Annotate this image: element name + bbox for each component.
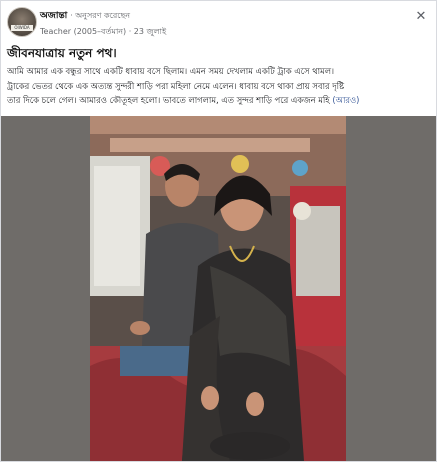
close-icon: ✕ xyxy=(415,9,427,24)
post-card: OIWIDA অজান্তা · অনুসরণ করেছেন Teacher (… xyxy=(0,0,437,462)
post-header: OIWIDA অজান্তা · অনুসরণ করেছেন Teacher (… xyxy=(1,1,436,45)
post-body-line: আমি আমার এক বন্ধুর সাথে একটি ধাবায় বসে … xyxy=(7,66,334,76)
video-frame xyxy=(90,116,346,461)
author-line: অজান্তা · অনুসরণ করেছেন xyxy=(40,8,130,23)
see-more-link[interactable]: (আরও) xyxy=(332,95,359,105)
avatar-label: OIWIDA xyxy=(11,25,33,31)
post-meta: Teacher (2005–বর্তমান) · 23 জুলাই xyxy=(40,27,167,36)
post-body-line-last: তার দিকে চলে গেল। আমারও কৌতূহল হলো। ভাবত… xyxy=(7,93,431,108)
post-media[interactable] xyxy=(1,116,436,461)
author-avatar[interactable]: OIWIDA xyxy=(7,7,37,37)
follow-status: · অনুসরণ করেছেন xyxy=(70,11,131,20)
post-body: আমি আমার এক বন্ধুর সাথে একটি ধাবায় বসে … xyxy=(7,64,431,108)
author-name[interactable]: অজান্তা xyxy=(40,11,67,21)
post-body-line: ট্রাকের ভেতর থেকে এক অত্যন্ত সুন্দরী শাড… xyxy=(7,80,345,91)
post-body-line: তার দিকে চলে গেল। আমারও কৌতূহল হলো। ভাবত… xyxy=(7,95,330,106)
close-button[interactable]: ✕ xyxy=(413,9,429,25)
post-video[interactable] xyxy=(90,116,346,461)
post-title: জীবনযাত্রায় নতুন পথ। xyxy=(7,46,117,60)
